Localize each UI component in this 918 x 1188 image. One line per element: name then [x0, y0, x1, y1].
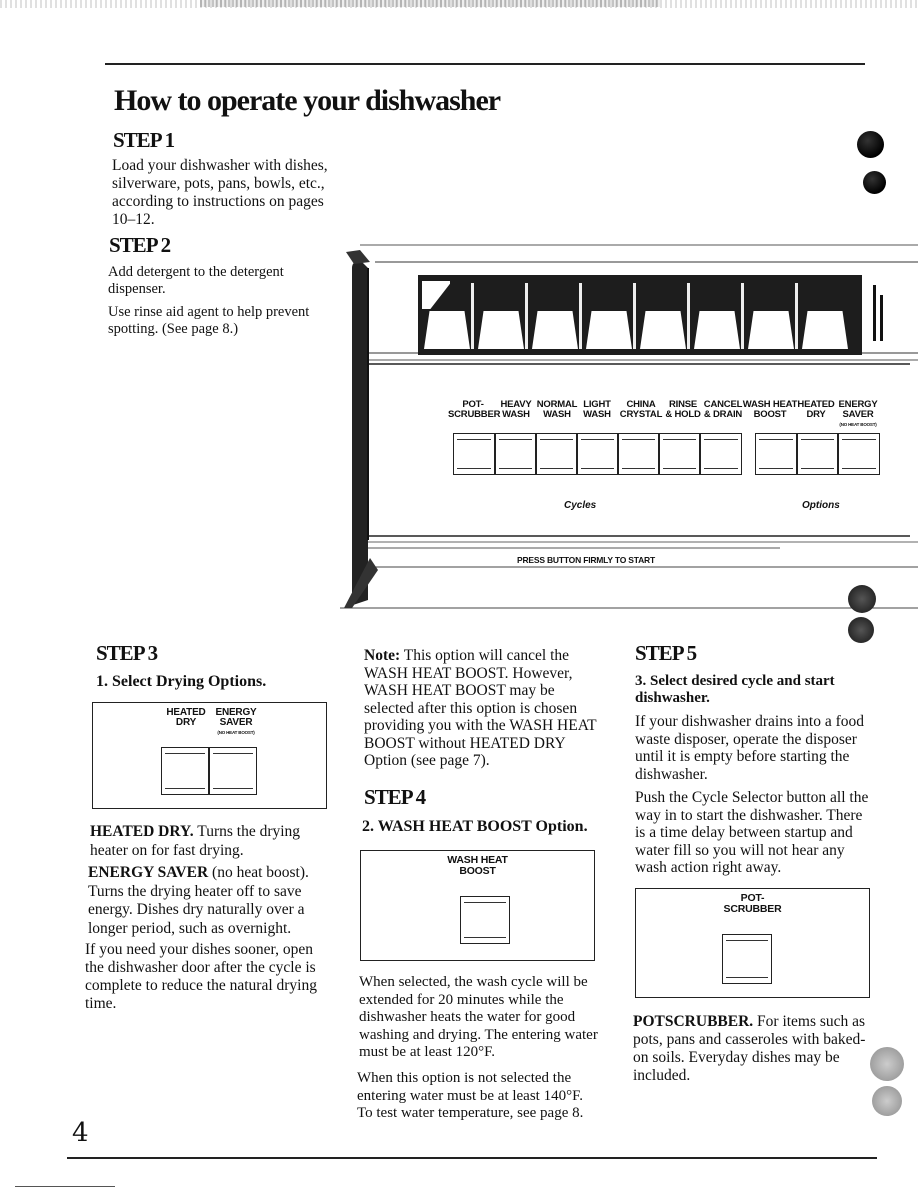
cycle-button-cancel-drain[interactable] [700, 433, 742, 475]
rack-corner [422, 281, 450, 309]
step2-line: Add detergent to the detergent [108, 264, 284, 280]
cycle-button-china-crystal[interactable] [618, 433, 659, 475]
option-label: ENERGY SAVER (NO HEAT BOOST) [838, 399, 878, 428]
option-button-energy-saver[interactable] [838, 433, 880, 475]
margin-dot-icon [848, 617, 874, 643]
step5-para1: If your dishwasher drains into a food wa… [635, 713, 865, 783]
sooner-paragraph: If you need your dishes sooner, open the… [85, 941, 317, 1012]
rack-slot [694, 311, 740, 349]
margin-dot-icon [870, 1047, 904, 1081]
rack-slot [532, 311, 578, 349]
page-title: How to operate your dishwasher [114, 84, 501, 117]
energy-saver-button[interactable] [209, 747, 257, 795]
energy-saver-description: ENERGY SAVER (no heat boost). Turns the … [88, 864, 328, 938]
option-label: WASH HEAT BOOST [742, 399, 798, 420]
potscrubber-term: POTSCRUBBER. [633, 1013, 754, 1030]
step1-line: according to instructions on pages [112, 193, 324, 210]
rack-slot [748, 311, 794, 349]
pot-scrubber-label: POT- SCRUBBER [723, 892, 782, 915]
rack-handle [880, 295, 883, 341]
cycle-button-light-wash[interactable] [577, 433, 618, 475]
step1-line: silverware, pots, pans, bowls, etc., [112, 175, 325, 192]
margin-dot-icon [872, 1086, 902, 1116]
pot-scrubber-panel: POT- SCRUBBER [635, 888, 870, 998]
note-text: This option will cancel the WASH HEAT BO… [364, 647, 597, 769]
step2-para1: Add detergent to the detergent dispenser… [108, 264, 348, 298]
heated-dry-term: HEATED DRY. [90, 823, 194, 840]
rack-divider [741, 283, 744, 349]
wash-heat-boost-panel: WASH HEAT BOOST [360, 850, 595, 961]
rack-slot [478, 311, 524, 349]
cycle-label: POT- SCRUBBER [448, 399, 501, 420]
step5-heading: STEP 5 [635, 641, 697, 665]
step2-line: Use rinse aid agent to help prevent [108, 304, 310, 320]
bottom-rule [67, 1157, 877, 1159]
note-paragraph: Note: This option will cancel the WASH H… [364, 647, 599, 770]
cycle-label: LIGHT WASH [583, 399, 611, 420]
cycle-button-heavy-wash[interactable] [495, 433, 536, 475]
wash-heat-boost-button[interactable] [460, 896, 510, 944]
step4-subheading: 2. WASH HEAT BOOST Option. [362, 818, 588, 835]
cycle-button-rinse-hold[interactable] [659, 433, 700, 475]
rack-divider [795, 283, 798, 349]
energy-saver-label: ENERGY SAVER (NO HEAT BOOST) [215, 707, 257, 736]
options-group-label: Options [802, 500, 840, 511]
margin-dot-icon [863, 171, 886, 194]
scan-noise-top-dark [200, 0, 660, 7]
heated-dry-button[interactable] [161, 747, 209, 795]
wash-heat-boost-para1: When selected, the wash cycle will be ex… [359, 974, 598, 1060]
step1-heading: STEP 1 [113, 128, 175, 152]
wash-heat-boost-label: WASH HEAT BOOST [447, 854, 508, 877]
step2-heading: STEP 2 [109, 233, 171, 257]
wash-heat-boost-para2: When this option is not selected the ent… [357, 1070, 584, 1121]
margin-dot-icon [857, 131, 884, 158]
cycle-label: HEAVY WASH [500, 399, 532, 420]
energy-saver-term: ENERGY SAVER [88, 864, 209, 881]
margin-dot-icon [848, 585, 876, 613]
pot-scrubber-button[interactable] [722, 934, 772, 984]
cycle-label: NORMAL WASH [536, 399, 578, 420]
step5-subheading: 3. Select desired cycle and start dishwa… [635, 673, 835, 706]
cycle-button-normal-wash[interactable] [536, 433, 577, 475]
step1-line: Load your dishwasher with dishes, [112, 157, 328, 174]
top-rule [105, 63, 865, 65]
step2-line: spotting. (See page 8.) [108, 321, 239, 337]
cycle-label: RINSE & HOLD [665, 399, 701, 420]
step1-line: 10–12. [112, 211, 155, 228]
page-number: 4 [72, 1118, 89, 1148]
rack-handle [873, 285, 876, 341]
dish-rack-graphic [418, 275, 862, 355]
rack-divider [633, 283, 636, 349]
cycles-group-label: Cycles [564, 500, 597, 511]
step4-heading: STEP 4 [364, 785, 426, 809]
cycle-label: CANCEL & DRAIN [703, 399, 743, 420]
rack-divider [471, 283, 474, 349]
rack-divider [579, 283, 582, 349]
rack-slot [640, 311, 686, 349]
potscrubber-description: POTSCRUBBER. For items such as pots, pan… [633, 1013, 873, 1085]
step1-text: Load your dishwasher with dishes, silver… [112, 157, 352, 229]
note-label: Note: [364, 647, 401, 664]
start-instruction: PRESS BUTTON FIRMLY TO START [517, 555, 655, 565]
cycle-button-pot-scrubber[interactable] [453, 433, 495, 475]
drying-options-panel: HEATED DRY ENERGY SAVER (NO HEAT BOOST) [92, 702, 327, 809]
step3-heading: STEP 3 [96, 641, 158, 665]
rack-divider [687, 283, 690, 349]
control-panel-illustration: POT- SCRUBBER HEAVY WASH NORMAL WASH LIGHT W… [340, 240, 918, 620]
rack-slot [424, 311, 470, 349]
cycle-label: CHINA CRYSTAL [619, 399, 663, 420]
heated-dry-label: HEATED DRY [166, 707, 206, 728]
option-button-heated-dry[interactable] [797, 433, 838, 475]
step2-para2: Use rinse aid agent to help prevent spot… [108, 304, 348, 338]
rack-slot [586, 311, 632, 349]
step5-para2: Push the Cycle Selector button all the w… [635, 789, 869, 876]
footer-rule [15, 1186, 115, 1187]
option-label: HEATED DRY [797, 399, 835, 420]
rack-divider [525, 283, 528, 349]
rack-slot [802, 311, 848, 349]
step3-subheading: 1. Select Drying Options. [96, 673, 267, 690]
option-button-wash-heat-boost[interactable] [755, 433, 797, 475]
step2-line: dispenser. [108, 281, 166, 297]
heated-dry-description: HEATED DRY. Turns the drying heater on f… [90, 823, 330, 860]
